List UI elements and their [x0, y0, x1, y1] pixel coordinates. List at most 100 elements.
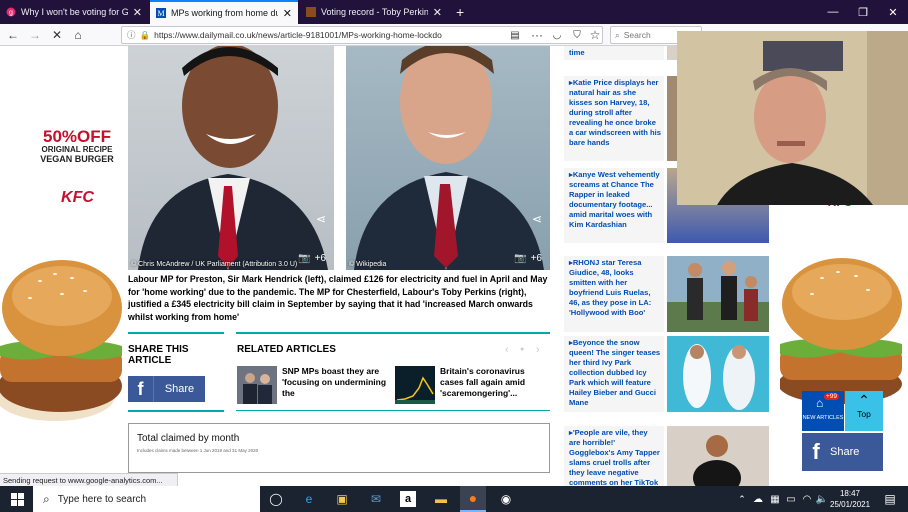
- ad-offer-headline: 50%OFF: [42, 127, 112, 146]
- close-tab-icon[interactable]: ✕: [433, 6, 442, 19]
- bookmark-star-icon[interactable]: ☆: [586, 26, 604, 44]
- webcam-image: [677, 31, 908, 205]
- ad-offer-sub: VEGAN BURGER: [40, 154, 114, 164]
- chart-box-subtitle: Includes claims made between 1 Jun 2019 …: [137, 448, 259, 453]
- facebook-share-button[interactable]: f Share: [128, 376, 205, 402]
- firefox-icon[interactable]: ●: [460, 486, 486, 512]
- burger-image: [780, 258, 902, 404]
- carousel-dot-icon: ●: [520, 346, 525, 353]
- sidebar-thumbnail: [667, 46, 677, 60]
- volume-icon[interactable]: 🔈: [812, 489, 832, 509]
- related-title: Britain's coronavirus cases fall again a…: [440, 366, 526, 398]
- new-tab-button[interactable]: +: [450, 0, 470, 24]
- photo-mark-hendrick[interactable]: © Chris McAndrew / UK Parliament (Attrib…: [128, 46, 334, 270]
- sidebar-article[interactable]: ▸Kanye West vehemently screams at Chance…: [564, 168, 664, 243]
- reader-view-icon[interactable]: ▤: [506, 26, 524, 44]
- related-article[interactable]: SNP MPs boast they are 'focusing on unde…: [237, 366, 387, 404]
- portrait-image: [354, 46, 544, 270]
- new-articles-count: +99: [824, 393, 840, 400]
- divider: [128, 332, 224, 334]
- facebook-icon: f: [812, 439, 820, 464]
- info-icon[interactable]: ⓘ: [127, 29, 136, 41]
- photo-toby-perkins[interactable]: © Wikipedia ⋖ 📷 +6: [346, 46, 550, 270]
- favicon-icon: [306, 7, 316, 17]
- related-articles-heading: RELATED ARTICLES: [237, 344, 336, 355]
- facebook-icon: f: [128, 376, 154, 402]
- photo-credit: © Chris McAndrew / UK Parliament (Attrib…: [131, 261, 298, 268]
- camera-icon: 📷: [298, 253, 311, 264]
- close-tab-icon[interactable]: ✕: [133, 6, 142, 19]
- search-icon: ⌕: [43, 491, 50, 506]
- amazon-icon[interactable]: a: [398, 489, 418, 509]
- sidebar-thumbnail: [667, 256, 769, 332]
- search-icon: ⌕: [615, 29, 620, 40]
- photo-credit: © Wikipedia: [349, 261, 387, 268]
- tab-title: Why I won't be voting for Gov: [21, 7, 128, 17]
- store-icon[interactable]: ▣: [332, 489, 352, 509]
- browser-tab-strip: g Why I won't be voting for Gov ✕ M MPs …: [0, 0, 908, 24]
- windows-taskbar: ⌕ Type here to search ◯ e ▣ ✉ a ▬ ● ◉ ⌃ …: [0, 486, 908, 512]
- back-arrow-icon[interactable]: ←: [4, 26, 22, 44]
- shield-icon[interactable]: ⛉: [568, 26, 586, 44]
- tab-voting-record[interactable]: Voting record - Toby Perkins M ✕: [300, 0, 448, 24]
- related-thumbnail: [395, 366, 435, 404]
- webcam-overlay: [677, 31, 908, 205]
- kfc-ad-right[interactable]: KFC: [780, 196, 908, 473]
- sidebar-article[interactable]: ▸Beyonce the snow queen! The singer teas…: [564, 336, 664, 412]
- photo-gallery-counter[interactable]: 📷 +6: [514, 253, 542, 264]
- taskbar-search-input[interactable]: ⌕ Type here to search: [33, 486, 260, 512]
- share-icon[interactable]: ⋖: [532, 212, 542, 226]
- related-article[interactable]: Britain's coronavirus cases fall again a…: [395, 366, 545, 404]
- tab-title: MPs working from home durin: [171, 8, 278, 18]
- back-to-top-button[interactable]: ⌃ Top: [845, 391, 883, 431]
- status-bar: Sending request to www.google-analytics.…: [0, 473, 178, 486]
- notifications-icon[interactable]: ▤: [880, 489, 900, 509]
- chevron-right-icon[interactable]: ›: [536, 344, 540, 356]
- sidebar-article[interactable]: ▸RHONJ star Teresa Giudice, 48, looks sm…: [564, 256, 664, 332]
- home-icon: ⌂: [816, 396, 824, 410]
- favicon-icon: g: [6, 7, 16, 17]
- tab-title: Voting record - Toby Perkins M: [321, 7, 428, 17]
- sidebar-article[interactable]: ▸'People are vile, they are horrible!' G…: [564, 426, 664, 486]
- lock-icon: 🔒: [139, 29, 151, 40]
- home-icon[interactable]: ⌂: [69, 26, 87, 44]
- minimize-icon[interactable]: —: [818, 0, 848, 24]
- new-articles-button[interactable]: +99 ⌂ NEW ARTICLES: [802, 391, 844, 431]
- forward-arrow-icon[interactable]: →: [26, 26, 44, 44]
- pocket-icon[interactable]: ◡: [548, 26, 566, 44]
- mail-icon[interactable]: ✉: [366, 489, 386, 509]
- share-heading: SHARE THIS ARTICLE: [128, 344, 189, 366]
- sidebar-thumbnail: [667, 336, 769, 412]
- url-text: https://www.dailymail.co.uk/news/article…: [154, 30, 442, 40]
- page-actions-icon[interactable]: ···: [528, 26, 546, 44]
- sidebar-article[interactable]: ▸Katie Price displays her natural hair a…: [564, 76, 664, 161]
- tab-why-not-voting[interactable]: g Why I won't be voting for Gov ✕: [0, 0, 148, 24]
- divider: [236, 410, 550, 411]
- sidebar-article[interactable]: time: [564, 46, 664, 60]
- divider: [236, 332, 550, 334]
- chevron-left-icon[interactable]: ‹: [505, 344, 509, 356]
- chevron-up-icon: ⌃: [858, 392, 870, 408]
- burger-image: [0, 260, 122, 421]
- related-title: SNP MPs boast they are 'focusing on unde…: [282, 366, 387, 398]
- dailymail-favicon-icon: M: [156, 8, 166, 18]
- system-clock[interactable]: 18:47 25/01/2021: [830, 488, 870, 510]
- edge-browser-icon[interactable]: e: [299, 489, 319, 509]
- svg-text:g: g: [9, 10, 13, 17]
- divider: [128, 410, 224, 412]
- maximize-icon[interactable]: ❐: [848, 0, 878, 24]
- obs-icon[interactable]: ◉: [496, 489, 516, 509]
- task-view-icon[interactable]: ◯: [266, 489, 286, 509]
- photo-gallery-counter[interactable]: 📷 +6: [298, 253, 326, 264]
- file-explorer-icon[interactable]: ▬: [431, 489, 451, 509]
- windows-start-icon[interactable]: [7, 489, 27, 509]
- tab-mps-working-from-home[interactable]: M MPs working from home durin ✕: [150, 0, 298, 24]
- stop-loading-icon[interactable]: ✕: [48, 26, 66, 44]
- facebook-share-button[interactable]: f Share: [802, 433, 883, 471]
- close-tab-icon[interactable]: ✕: [283, 7, 292, 20]
- kfc-ad-left[interactable]: 50%OFF ORIGINAL RECIPE VEGAN BURGER KFC: [0, 46, 125, 473]
- share-icon[interactable]: ⋖: [316, 212, 326, 226]
- kfc-logo: KFC: [61, 189, 94, 206]
- window-close-icon[interactable]: ✕: [878, 0, 908, 24]
- svg-text:M: M: [157, 9, 164, 18]
